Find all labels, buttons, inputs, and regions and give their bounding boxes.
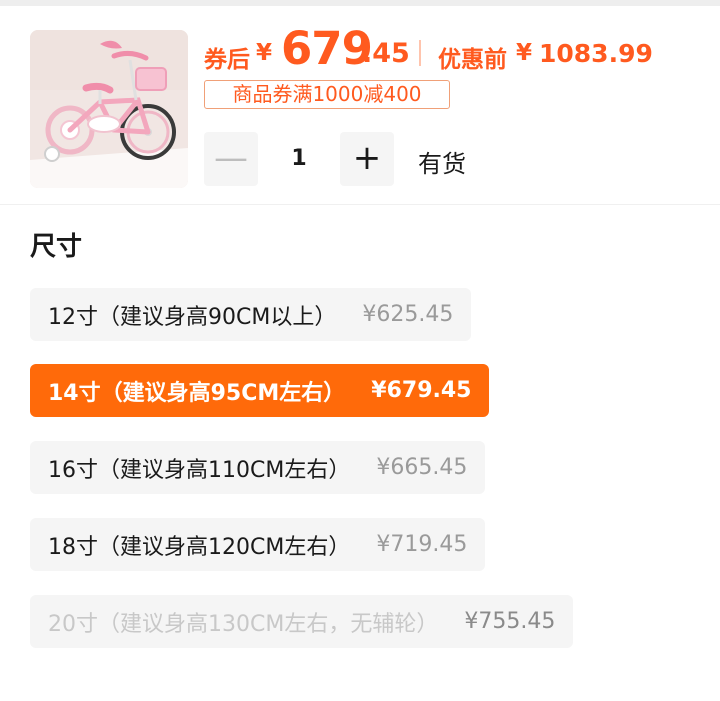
size-option-label: 16寸（建议身高110CM左右） [48,457,351,483]
divider [0,204,720,205]
price-separator [419,40,421,66]
size-option-label: 14寸（建议身高95CM左右） [48,380,346,406]
stock-status: 有货 [418,150,466,178]
size-option-price: ¥665.45 [376,455,468,480]
size-option-price: ¥625.45 [362,302,454,327]
price-line: 券后 ¥ 679 .45 优惠前 ¥ 1083.99 [204,22,704,75]
top-edge [0,0,720,6]
size-option-18[interactable]: 18寸（建议身高120CM左右） ¥719.45 [30,518,486,571]
quantity-value[interactable]: 1 [258,132,340,186]
size-option-price: ¥719.45 [376,532,468,557]
size-option-20[interactable]: 20寸（建议身高130CM左右，无辅轮） ¥755.45 [30,595,574,648]
product-thumbnail[interactable] [30,30,188,188]
before-discount-label: 优惠前 [438,47,507,73]
size-option-price: ¥679.45 [371,378,472,403]
coupon-badge[interactable]: 商品券满1000减400 [204,80,450,109]
size-option-14[interactable]: 14寸（建议身高95CM左右） ¥679.45 [30,364,490,417]
size-option-label: 20寸（建议身高130CM左右，无辅轮） [48,611,439,637]
size-section-title: 尺寸 [30,232,83,262]
price-before-discount: 1083.99 [539,39,653,68]
size-option-label: 18寸（建议身高120CM左右） [48,534,351,560]
size-option-label: 12寸（建议身高90CM以上） [48,304,337,330]
currency-symbol: ¥ [516,40,533,66]
after-coupon-label: 券后 [204,47,250,73]
size-option-price: ¥755.45 [464,609,556,634]
price-after-integer: 679 [281,22,373,75]
price-after-decimal: .45 [362,38,410,69]
decrease-quantity-button[interactable]: — [204,132,258,186]
size-option-16[interactable]: 16寸（建议身高110CM左右） ¥665.45 [30,441,486,494]
size-option-12[interactable]: 12寸（建议身高90CM以上） ¥625.45 [30,288,472,341]
currency-symbol: ¥ [256,40,273,66]
increase-quantity-button[interactable]: + [340,132,394,186]
